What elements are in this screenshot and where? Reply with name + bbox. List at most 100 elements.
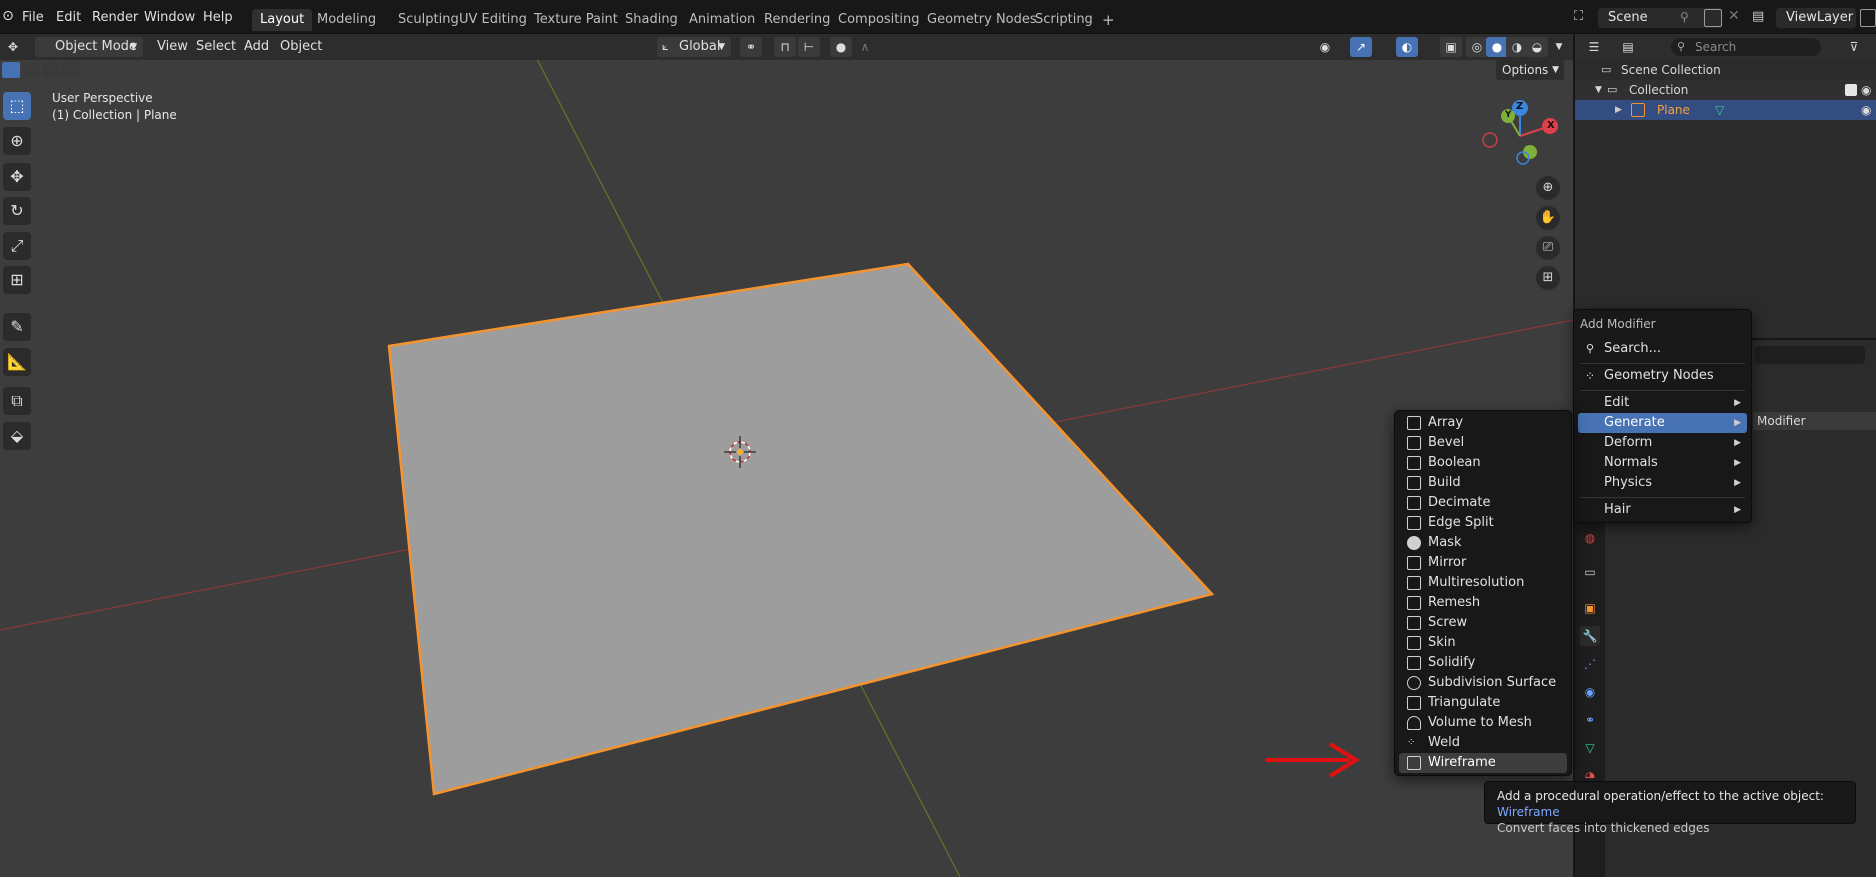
tab-shading[interactable]: Shading [617, 9, 686, 31]
modifier-multiresolution-item[interactable]: Multiresolution [1399, 573, 1567, 593]
add-workspace-button[interactable]: + [1094, 9, 1123, 31]
menu-object[interactable]: Object [280, 37, 322, 57]
3d-viewport[interactable] [0, 34, 1573, 877]
tab-rendering[interactable]: Rendering [756, 9, 838, 31]
tab-layout[interactable]: Layout [252, 9, 313, 31]
measure-tool-icon[interactable]: 📐 [3, 348, 31, 376]
snap-icon[interactable]: ⊓ [774, 37, 796, 57]
cursor-tool-icon[interactable]: ⊕ [3, 127, 31, 155]
category-physics-item[interactable]: Physics ▶ [1578, 473, 1747, 493]
editor-type-icon[interactable]: ✥ [2, 37, 24, 57]
tab-texture-paint[interactable]: Texture Paint [526, 9, 626, 31]
scale-tool-icon[interactable]: ⤢ [3, 232, 31, 260]
select-box-tool-icon[interactable]: ⬚ [3, 92, 31, 120]
options-button[interactable]: Options ▼ [1496, 60, 1564, 80]
object-tab-icon[interactable]: ▣ [1580, 598, 1600, 618]
constraints-tab-icon[interactable]: ⚭ [1580, 710, 1600, 730]
tab-geometry-nodes[interactable]: Geometry Nodes [919, 9, 1045, 31]
outliner-search-input[interactable]: ⚲ Search [1671, 38, 1821, 56]
material-tab-icon[interactable]: ◕ [1580, 766, 1600, 778]
menu-view[interactable]: View [157, 37, 188, 57]
world-tab-icon[interactable]: ◍ [1580, 528, 1600, 548]
gizmo-toggle-icon[interactable]: ↗ [1350, 37, 1372, 57]
select-extend-icon[interactable] [22, 62, 40, 78]
menu-add[interactable]: Add [244, 37, 269, 57]
rendered-shading-icon[interactable]: ◒ [1526, 37, 1548, 57]
geometry-nodes-item[interactable]: ⁘ Geometry Nodes [1578, 366, 1747, 386]
outliner-row-scene-collection[interactable]: ▭ Scene Collection [1575, 60, 1876, 80]
pan-hand-icon[interactable]: ✋ [1536, 206, 1560, 230]
tab-animation[interactable]: Animation [681, 9, 763, 31]
wireframe-shading-icon[interactable]: ◎ [1466, 37, 1488, 57]
outliner-row-plane[interactable]: ▶ Plane ▽ ◉ [1575, 100, 1876, 120]
snap-target-icon[interactable]: ⊢ [798, 37, 820, 57]
modifier-volume-to-mesh-item[interactable]: Volume to Mesh [1399, 713, 1567, 733]
xray-icon[interactable]: ▣ [1440, 37, 1462, 57]
overlay-toggle-icon[interactable]: ◐ [1396, 37, 1418, 57]
modifier-bevel-item[interactable]: Bevel [1399, 433, 1567, 453]
eye-icon[interactable]: ◉ [1861, 100, 1871, 120]
menu-window[interactable]: Window [144, 10, 195, 25]
select-subtract-icon[interactable] [42, 62, 60, 78]
outliner-editor-icon[interactable]: ☰ [1583, 37, 1605, 57]
modifier-decimate-item[interactable]: Decimate [1399, 493, 1567, 513]
modifier-boolean-item[interactable]: Boolean [1399, 453, 1567, 473]
pin-icon[interactable]: ⚲ [1680, 10, 1689, 24]
properties-search-field[interactable] [1755, 346, 1865, 364]
modifier-search-item[interactable]: ⚲ Search... [1578, 339, 1747, 359]
modifier-tab-icon[interactable]: 🔧 [1580, 626, 1600, 646]
checkbox-icon[interactable] [1845, 84, 1857, 96]
blender-logo-icon[interactable]: ⊙ [0, 8, 16, 24]
collection-tab-icon[interactable]: ▭ [1580, 562, 1600, 582]
annotate-tool-icon[interactable]: ✎ [3, 313, 31, 341]
proportional-edit-icon[interactable]: ● [830, 37, 852, 57]
delete-scene-icon[interactable]: ✕ [1728, 8, 1740, 24]
category-generate-item[interactable]: Generate ▶ [1578, 413, 1747, 433]
modifier-wireframe-item[interactable]: Wireframe [1399, 753, 1567, 773]
menu-edit[interactable]: Edit [56, 10, 81, 25]
mesh-data-icon[interactable]: ▽ [1715, 100, 1724, 120]
menu-help[interactable]: Help [203, 10, 233, 25]
outliner-row-collection[interactable]: ▼ ▭ Collection ◉ [1575, 80, 1876, 100]
menu-file[interactable]: File [22, 10, 44, 25]
particles-tab-icon[interactable]: ⋰ [1580, 654, 1600, 674]
category-normals-item[interactable]: Normals ▶ [1578, 453, 1747, 473]
expand-arrow-icon[interactable]: ▶ [1615, 100, 1622, 120]
camera-view-icon[interactable]: ⎚ [1536, 236, 1560, 260]
modifier-triangulate-item[interactable]: Triangulate [1399, 693, 1567, 713]
modifier-remesh-item[interactable]: Remesh [1399, 593, 1567, 613]
select-new-icon[interactable] [2, 62, 20, 78]
ortho-grid-icon[interactable]: ⊞ [1536, 266, 1560, 290]
shading-options-icon[interactable]: ▼ [1548, 37, 1570, 57]
menu-render[interactable]: Render [92, 10, 138, 25]
add-cube-tool-icon[interactable]: ⧉ [3, 387, 31, 415]
modifier-mask-item[interactable]: Mask [1399, 533, 1567, 553]
select-invert-icon[interactable] [62, 62, 80, 78]
modifier-edge-split-item[interactable]: Edge Split [1399, 513, 1567, 533]
modifier-skin-item[interactable]: Skin [1399, 633, 1567, 653]
visibility-icon[interactable]: ◉ [1314, 37, 1336, 57]
data-tab-icon[interactable]: ▽ [1580, 738, 1600, 758]
rotate-tool-icon[interactable]: ↻ [3, 197, 31, 225]
modifier-solidify-item[interactable]: Solidify [1399, 653, 1567, 673]
move-tool-icon[interactable]: ✥ [3, 163, 31, 191]
tab-modeling[interactable]: Modeling [309, 9, 384, 31]
orientation-dropdown[interactable]: ⟀ Global ▼ [657, 37, 731, 57]
tab-compositing[interactable]: Compositing [830, 9, 928, 31]
modifier-mirror-item[interactable]: Mirror [1399, 553, 1567, 573]
category-hair-item[interactable]: Hair ▶ [1578, 500, 1747, 520]
scene-selector-icon[interactable]: ⛶ [1574, 9, 1594, 27]
modifier-screw-item[interactable]: Screw [1399, 613, 1567, 633]
tab-scripting[interactable]: Scripting [1027, 9, 1101, 31]
tab-uv-editing[interactable]: UV Editing [451, 9, 535, 31]
modifier-build-item[interactable]: Build [1399, 473, 1567, 493]
pivot-icon[interactable]: ⚭ [740, 37, 762, 57]
modifier-weld-item[interactable]: ⁘ Weld [1399, 733, 1567, 753]
physics-tab-icon[interactable]: ◉ [1580, 682, 1600, 702]
mode-dropdown[interactable]: Object Mode ▼ [35, 37, 143, 57]
category-edit-item[interactable]: Edit ▶ [1578, 393, 1747, 413]
solid-shading-icon[interactable]: ● [1486, 37, 1508, 57]
eye-icon[interactable]: ◉ [1861, 80, 1871, 100]
modifier-subdivision-surface-item[interactable]: Subdivision Surface [1399, 673, 1567, 693]
view-layer-field[interactable]: ViewLayer [1776, 8, 1856, 28]
